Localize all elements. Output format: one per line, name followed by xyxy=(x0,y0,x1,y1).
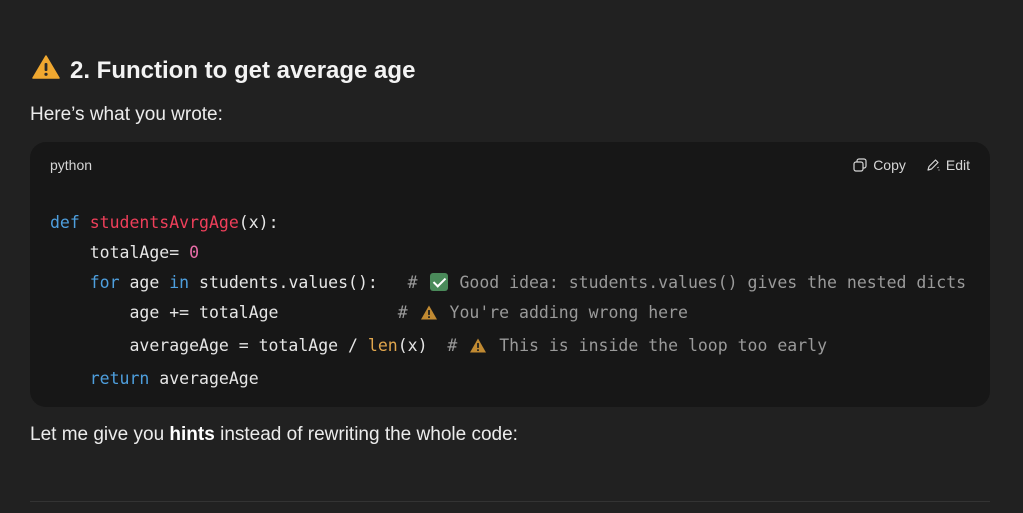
code-line-2: totalAge= 0 xyxy=(89,243,200,262)
warning-icon xyxy=(469,334,487,364)
edit-pencil-icon xyxy=(926,158,940,172)
code-line-5: averageAge = totalAge / len(x) # This is… xyxy=(50,331,966,364)
code-line-3: for age in students.values(): # Good ide… xyxy=(89,273,967,292)
code-block-header: python Copy Edit xyxy=(30,142,990,188)
warning-icon xyxy=(420,301,438,331)
edit-button[interactable]: Edit xyxy=(926,157,970,173)
code-language-label: python xyxy=(50,157,93,173)
copy-icon xyxy=(853,158,867,172)
divider xyxy=(30,501,990,502)
copy-button[interactable]: Copy xyxy=(853,157,906,173)
code-actions: Copy Edit xyxy=(853,157,970,173)
code-line-6: return averageAge xyxy=(89,369,259,388)
section-heading: 2. Function to get average age xyxy=(32,54,415,87)
hint-text: Let me give you hints instead of rewriti… xyxy=(30,424,518,445)
intro-text: Here’s what you wrote: xyxy=(30,104,223,125)
chat-message: 2. Function to get average age Here’s wh… xyxy=(0,0,1023,513)
edit-label: Edit xyxy=(945,157,970,173)
code-line-1: def studentsAvrgAge(x): xyxy=(50,213,279,232)
warning-icon xyxy=(32,54,60,87)
hint-bold: hints xyxy=(169,424,215,445)
code-line-4: age += totalAge # You're adding wrong he… xyxy=(50,298,966,331)
code-content: def studentsAvrgAge(x): totalAge= 0 for … xyxy=(50,208,966,394)
check-mark-icon xyxy=(429,273,448,291)
copy-label: Copy xyxy=(873,157,906,173)
code-block: python Copy Edit def studentsAvrgAge(x):… xyxy=(30,142,990,407)
section-title: 2. Function to get average age xyxy=(70,56,416,84)
